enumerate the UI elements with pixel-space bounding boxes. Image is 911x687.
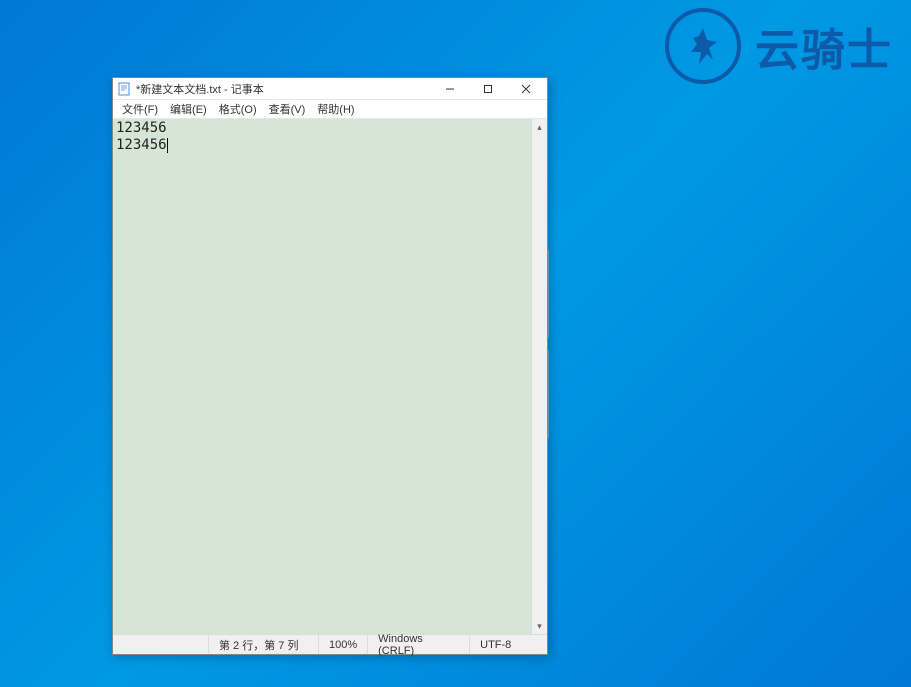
minimize-button[interactable] <box>431 78 469 100</box>
watermark: 云骑士 <box>665 8 893 84</box>
text-cursor <box>167 138 168 153</box>
statusbar: 第 2 行，第 7 列 100% Windows (CRLF) UTF-8 <box>113 634 547 654</box>
knight-icon <box>665 8 741 84</box>
titlebar[interactable]: *新建文本文档.txt - 记事本 <box>113 78 547 100</box>
menubar: 文件(F) 编辑(E) 格式(O) 查看(V) 帮助(H) <box>113 100 547 119</box>
menu-edit[interactable]: 编辑(E) <box>165 100 212 118</box>
status-line-ending: Windows (CRLF) <box>367 635 469 654</box>
scroll-down-icon[interactable]: ▾ <box>532 618 547 634</box>
status-position: 第 2 行，第 7 列 <box>208 635 318 654</box>
text-line: 123456 <box>116 120 528 137</box>
notepad-window: *新建文本文档.txt - 记事本 文件(F) 编辑(E) 格式(O) 查看(V… <box>112 77 548 655</box>
watermark-text: 云骑士 <box>755 14 893 78</box>
status-encoding: UTF-8 <box>469 635 547 654</box>
menu-help[interactable]: 帮助(H) <box>312 100 359 118</box>
maximize-button[interactable] <box>469 78 507 100</box>
scroll-up-icon[interactable]: ▴ <box>532 119 547 135</box>
window-title: *新建文本文档.txt - 记事本 <box>136 81 431 97</box>
menu-format[interactable]: 格式(O) <box>214 100 262 118</box>
scroll-track[interactable] <box>532 135 547 618</box>
status-zoom: 100% <box>318 635 367 654</box>
content-area: 123456123456 ▴ ▾ <box>113 119 547 634</box>
text-line: 123456 <box>116 137 528 154</box>
vertical-scrollbar[interactable]: ▴ ▾ <box>531 119 547 634</box>
close-button[interactable] <box>507 78 545 100</box>
menu-view[interactable]: 查看(V) <box>264 100 311 118</box>
menu-file[interactable]: 文件(F) <box>117 100 163 118</box>
text-editor[interactable]: 123456123456 <box>113 119 531 634</box>
notepad-icon <box>117 82 131 96</box>
